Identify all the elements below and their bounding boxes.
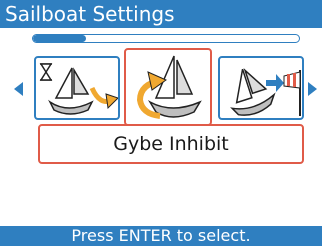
sailboat-hourglass-turn-icon [39, 63, 118, 115]
selected-setting-text: Gybe Inhibit [113, 133, 229, 155]
carousel-item-gybe-inhibit[interactable] [124, 48, 212, 126]
menu-progress-bar [32, 34, 300, 43]
sailboat-gybe-inhibit-icon [136, 55, 202, 119]
page-title: Sailboat Settings [5, 2, 175, 26]
footer-hint-bar: Press ENTER to select. [0, 226, 322, 246]
carousel-item-turn-timer[interactable] [34, 56, 120, 120]
triangle-right-icon[interactable] [308, 82, 317, 96]
carousel-item-wind[interactable] [218, 56, 304, 120]
triangle-left-icon[interactable] [14, 82, 23, 96]
sailboat-wind-icon [230, 68, 301, 116]
title-bar: Sailboat Settings [0, 0, 322, 28]
footer-hint-text: Press ENTER to select. [71, 226, 251, 245]
screen: Sailboat Settings Gybe Inhibit Press ENT… [0, 0, 322, 246]
menu-progress-fill [33, 35, 87, 42]
selected-setting-label: Gybe Inhibit [38, 124, 304, 164]
